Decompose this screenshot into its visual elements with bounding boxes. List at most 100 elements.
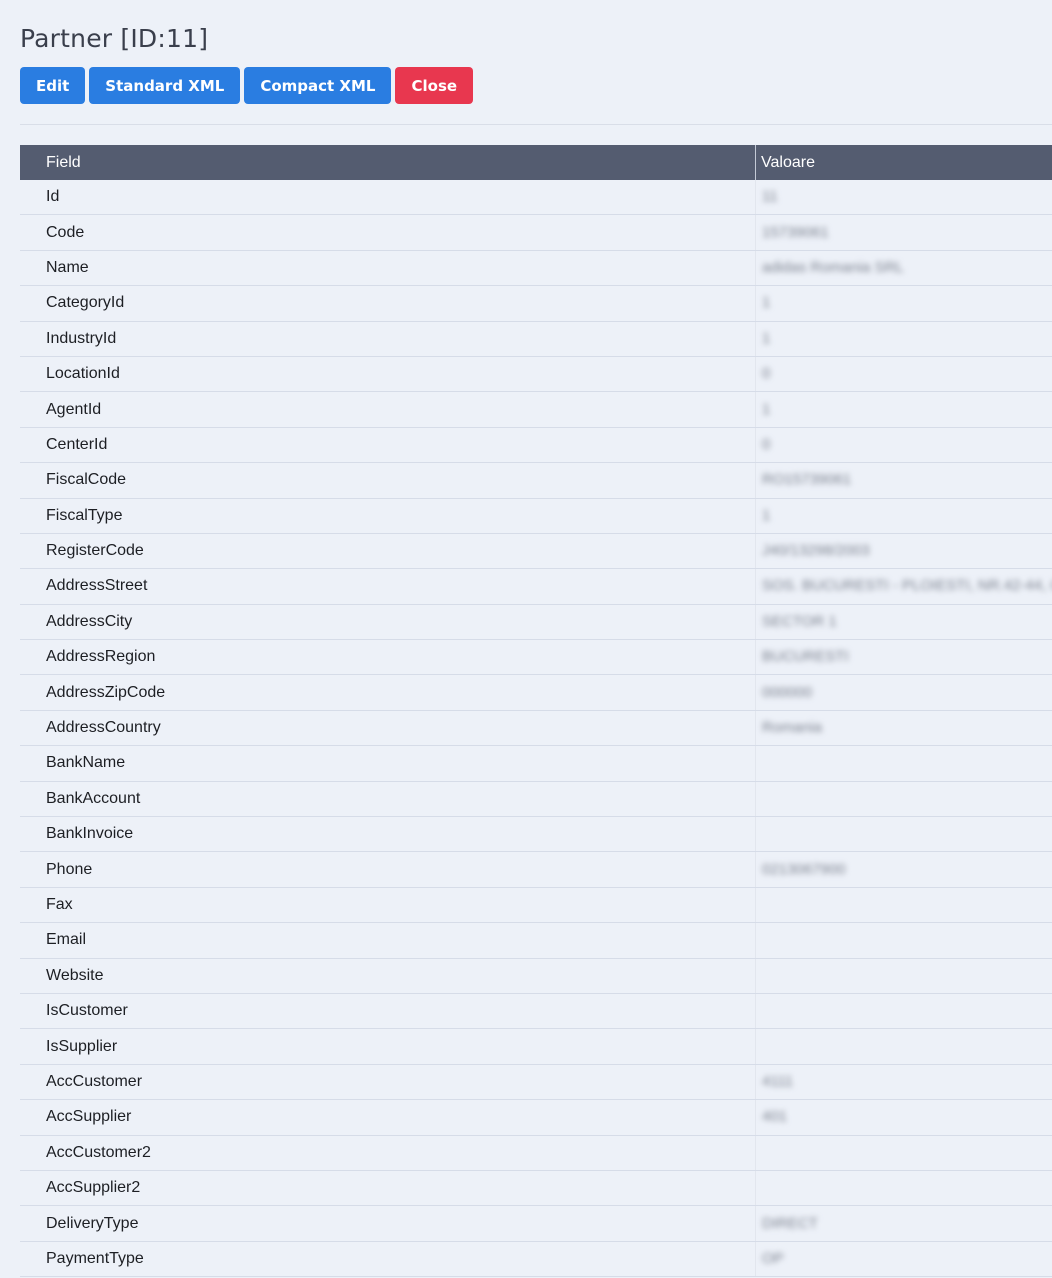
table-row: Id 11 — [20, 180, 1052, 216]
redacted-value: RO15739061 — [762, 471, 852, 489]
field-value-cell: RO15739061 — [755, 462, 1052, 499]
field-value-cell: 000000 — [755, 674, 1052, 711]
field-name-cell: BankName — [20, 745, 756, 782]
table-row: IsSupplier — [20, 1028, 1052, 1065]
field-name-cell: FiscalType — [20, 498, 756, 534]
field-name-cell: IsSupplier — [20, 1028, 756, 1065]
redacted-value: 1 — [762, 400, 771, 418]
field-name-cell: BankAccount — [20, 781, 756, 818]
table-row: IsCustomer — [20, 993, 1052, 1030]
field-name-cell: BankInvoice — [20, 816, 756, 853]
field-name-cell: Code — [20, 214, 756, 251]
table-row: Code 15739061 — [20, 214, 1052, 251]
table-header-row: Field Valoare — [20, 145, 1052, 180]
table-row: PaymentType OP — [20, 1241, 1052, 1278]
field-value-cell: DIRECT — [755, 1205, 1052, 1242]
field-value-cell — [755, 958, 1052, 994]
field-value-cell: 0 — [755, 356, 1052, 393]
table-row: AddressZipCode 000000 — [20, 674, 1052, 711]
table-row: AddressCountry Romania — [20, 710, 1052, 747]
divider — [20, 124, 1052, 125]
field-name-cell: AddressZipCode — [20, 674, 756, 711]
field-value-cell — [755, 781, 1052, 818]
field-name-cell: AddressCountry — [20, 710, 756, 747]
redacted-value: SOS. BUCURESTI - PLOIESTI, NR.42-44, C1 — [762, 577, 1052, 595]
field-value-cell — [755, 816, 1052, 853]
field-value-cell: 11 — [755, 180, 1052, 216]
field-name-cell: AccSupplier — [20, 1099, 756, 1136]
redacted-value: 000000 — [762, 683, 813, 701]
field-value-cell — [755, 1170, 1052, 1207]
field-value-cell: 15739061 — [755, 214, 1052, 251]
table-row: RegisterCode J40/13298/2003 — [20, 533, 1052, 570]
field-value-cell: SECTOR 1 — [755, 604, 1052, 641]
field-name-cell: RegisterCode — [20, 533, 756, 570]
table-row: FiscalType 1 — [20, 498, 1052, 534]
table-row: AccCustomer 4111 — [20, 1064, 1052, 1101]
redacted-value: DIRECT — [762, 1214, 818, 1232]
table-row: IndustryId 1 — [20, 321, 1052, 357]
field-value-cell: BUCURESTI — [755, 639, 1052, 676]
field-name-cell: CategoryId — [20, 285, 756, 322]
field-name-cell: FiscalCode — [20, 462, 756, 499]
table-body: Id 11 Code 15739061 Name adidas Romania SRL Ca… — [20, 180, 1052, 1278]
table-row: Website — [20, 958, 1052, 994]
value-column-header: Valoare — [755, 145, 1052, 180]
field-value-cell — [755, 1028, 1052, 1065]
field-name-cell: Fax — [20, 887, 756, 924]
field-value-cell: 1 — [755, 498, 1052, 534]
field-name-cell: AddressStreet — [20, 568, 756, 605]
redacted-value: 1 — [762, 294, 771, 312]
field-name-cell: AgentId — [20, 391, 756, 428]
field-value-cell — [755, 1135, 1052, 1171]
standard-xml-button[interactable]: Standard XML — [89, 67, 241, 104]
redacted-value: SECTOR 1 — [762, 612, 837, 630]
redacted-value: 401 — [762, 1108, 788, 1126]
page-title: Partner [ID:11] — [20, 24, 209, 53]
field-value-cell — [755, 745, 1052, 782]
redacted-value: 1 — [762, 329, 771, 347]
field-name-cell: AccSupplier2 — [20, 1170, 756, 1207]
table-row: AccSupplier2 — [20, 1170, 1052, 1207]
table-row: Name adidas Romania SRL — [20, 250, 1052, 287]
redacted-value: 1 — [762, 506, 771, 524]
redacted-value: J40/13298/2003 — [762, 542, 870, 560]
field-name-cell: Phone — [20, 851, 756, 888]
field-value-cell — [755, 993, 1052, 1030]
field-column-header: Field — [20, 145, 756, 180]
field-value-cell — [755, 887, 1052, 924]
field-value-cell: 0 — [755, 427, 1052, 464]
field-name-cell: Email — [20, 922, 756, 959]
table-row: Phone 0213067900 — [20, 851, 1052, 888]
field-name-cell: CenterId — [20, 427, 756, 464]
table-row: AddressRegion BUCURESTI — [20, 639, 1052, 676]
field-name-cell: AccCustomer — [20, 1064, 756, 1101]
table-row: CategoryId 1 — [20, 285, 1052, 322]
redacted-value: 0 — [762, 365, 771, 383]
table-row: BankName — [20, 745, 1052, 782]
field-name-cell: Id — [20, 180, 756, 216]
table-row: LocationId 0 — [20, 356, 1052, 393]
field-value-cell: 1 — [755, 391, 1052, 428]
field-value-cell: 1 — [755, 321, 1052, 357]
field-name-cell: IndustryId — [20, 321, 756, 357]
field-value-cell: adidas Romania SRL — [755, 250, 1052, 287]
field-name-cell: Name — [20, 250, 756, 287]
field-value-cell — [755, 922, 1052, 959]
redacted-value: 11 — [762, 188, 778, 206]
field-value-cell: OP — [755, 1241, 1052, 1278]
field-name-cell: AddressRegion — [20, 639, 756, 676]
field-name-cell: AddressCity — [20, 604, 756, 641]
redacted-value: adidas Romania SRL — [762, 258, 904, 276]
field-name-cell: Website — [20, 958, 756, 994]
redacted-value: OP — [762, 1249, 784, 1267]
field-name-cell: DeliveryType — [20, 1205, 756, 1242]
table-row: AddressStreet SOS. BUCURESTI - PLOIESTI, … — [20, 568, 1052, 605]
edit-button[interactable]: Edit — [20, 67, 86, 104]
compact-xml-button[interactable]: Compact XML — [244, 67, 392, 104]
field-name-cell: IsCustomer — [20, 993, 756, 1030]
table-row: Fax — [20, 887, 1052, 924]
redacted-value: Romania — [762, 719, 823, 737]
table-row: Email — [20, 922, 1052, 959]
close-button[interactable]: Close — [395, 67, 474, 104]
